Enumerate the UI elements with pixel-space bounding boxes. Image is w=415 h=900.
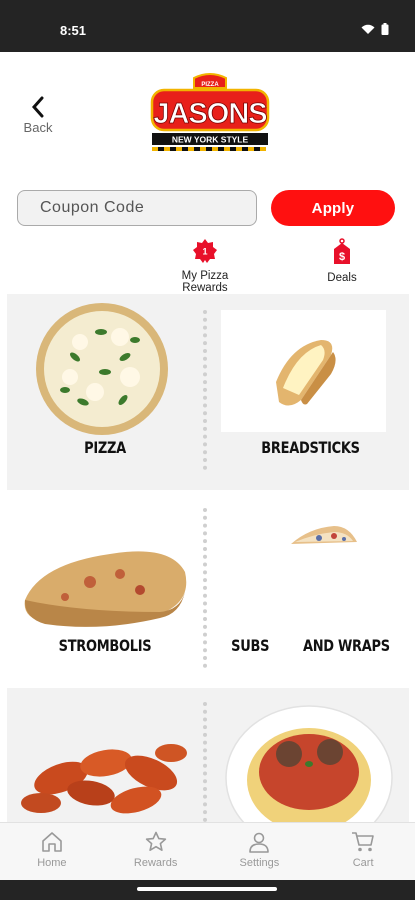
- star-icon: [145, 831, 166, 851]
- wifi-icon: [361, 24, 375, 34]
- home-gesture-bar[interactable]: [137, 887, 277, 891]
- tile-divider: [203, 508, 207, 668]
- category-tile-pasta[interactable]: [212, 688, 409, 822]
- category-row-2: STROMBOLIS SUBS AND WRAPS: [7, 508, 409, 678]
- nav-rewards-label: Rewards: [133, 857, 178, 869]
- nav-cart[interactable]: Cart: [311, 823, 415, 880]
- system-gesture-area: [0, 880, 415, 900]
- deals-label: Deals: [327, 272, 357, 284]
- deals-link[interactable]: $ Deals: [318, 238, 366, 284]
- home-icon: [42, 832, 62, 852]
- chicken-wings-image: [21, 744, 187, 814]
- logo-checker: [152, 147, 266, 151]
- category-label-subs-and-wraps: SUBS AND WRAPS: [231, 637, 390, 656]
- nav-cart-label: Cart: [352, 857, 374, 869]
- cart-icon: [352, 832, 374, 852]
- nav-home[interactable]: Home: [0, 823, 104, 880]
- status-time: 8:51: [60, 23, 87, 38]
- logo-brand-text: JASONS: [153, 98, 267, 130]
- user-icon: [249, 832, 270, 853]
- category-tile-breadsticks[interactable]: BREADSTICKS: [212, 294, 409, 490]
- nav-settings[interactable]: Settings: [208, 823, 312, 880]
- tile-divider: [203, 310, 207, 470]
- logo-top-text: PIZZA: [201, 82, 219, 88]
- category-tile-pizza[interactable]: PIZZA: [7, 294, 203, 490]
- category-row-3: [7, 688, 409, 822]
- coupon-code-input[interactable]: [17, 190, 257, 226]
- breadsticks-image: [221, 310, 386, 432]
- battery-icon: [381, 23, 389, 35]
- svg-text:1: 1: [202, 247, 207, 257]
- category-tile-strombolis[interactable]: STROMBOLIS: [7, 508, 203, 678]
- spaghetti-image: [225, 705, 393, 822]
- sub-sandwich-image: [291, 526, 357, 544]
- category-row-1: PIZZA BREADSTICKS: [7, 294, 409, 490]
- status-icons: [361, 23, 389, 35]
- tile-divider: [203, 702, 207, 822]
- back-label: Back: [23, 120, 53, 135]
- my-pizza-rewards-link[interactable]: 1 My Pizza Rewards: [158, 238, 252, 294]
- apply-coupon-button[interactable]: Apply: [271, 190, 395, 226]
- category-label-pizza: PIZZA: [84, 439, 126, 458]
- svg-text:$: $: [339, 251, 345, 263]
- stromboli-image: [24, 551, 187, 627]
- logo-tagline-text: NEW YORK STYLE: [172, 135, 249, 145]
- my-pizza-rewards-label: My Pizza Rewards: [181, 270, 229, 294]
- category-tile-wings[interactable]: [7, 688, 203, 822]
- chevron-left-icon: [31, 96, 44, 118]
- pizza-image: [36, 303, 168, 435]
- status-bar: 8:51: [0, 0, 415, 52]
- category-label-breadsticks: BREADSTICKS: [261, 439, 360, 458]
- bottom-nav: Home Rewards Settings Cart: [0, 822, 415, 880]
- category-tile-subs-and-wraps[interactable]: SUBS AND WRAPS: [212, 508, 409, 678]
- price-tag-icon: $: [334, 238, 350, 264]
- back-button[interactable]: Back: [18, 96, 58, 140]
- nav-home-label: Home: [37, 857, 67, 869]
- reward-badge-icon: 1: [193, 239, 217, 263]
- nav-rewards[interactable]: Rewards: [104, 823, 208, 880]
- jasons-logo: PIZZA JASONS NEW YORK STYLE: [150, 73, 270, 151]
- nav-settings-label: Settings: [239, 857, 280, 869]
- category-label-strombolis: STROMBOLIS: [58, 637, 152, 656]
